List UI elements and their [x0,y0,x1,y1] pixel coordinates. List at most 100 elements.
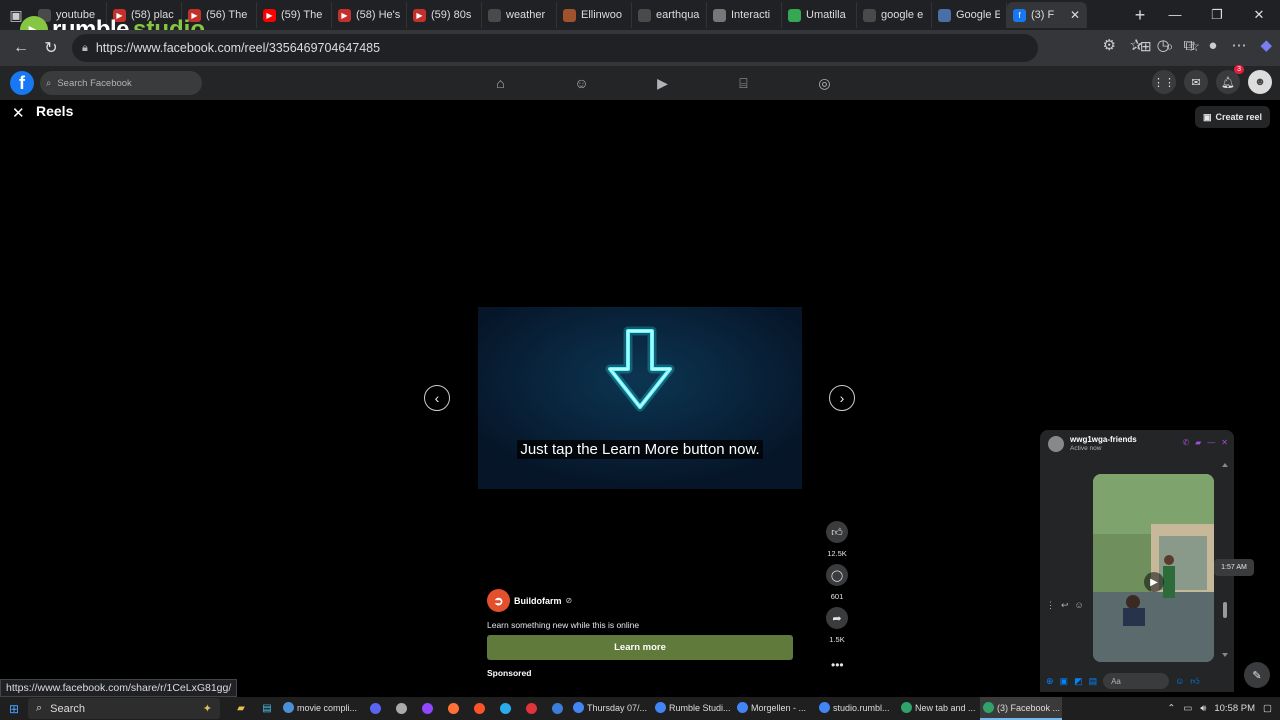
chat-header[interactable]: wwg1wga-friends Active now ✆ ▰ — ✕ [1040,430,1234,458]
file-explorer-icon[interactable]: ▰ [228,697,254,720]
app-blue-icon[interactable] [544,697,570,720]
app-icon[interactable] [388,697,414,720]
messenger-icon[interactable]: ✉ [1184,70,1208,94]
close-tab-icon[interactable]: ✕ [1070,8,1080,22]
new-tab-button[interactable]: + [1126,5,1154,26]
browser-tab[interactable]: ▶ (59) The [257,2,332,28]
tray-overflow-icon[interactable]: ⌃ [1167,703,1175,714]
chat-name[interactable]: wwg1wga-friends [1070,435,1137,445]
marketplace-icon[interactable]: ⌸ [703,66,784,100]
reel-author[interactable]: ➲ Buildofarm ⊘ [487,589,572,612]
facebook-search-input[interactable]: ⌕ Search Facebook [40,71,202,95]
thumbs-up-send-icon[interactable]: 👍︎ [1190,676,1199,687]
telegram-icon[interactable] [492,697,518,720]
url-text[interactable]: https://www.facebook.com/reel/3356469704… [96,41,380,55]
chat-message-input[interactable]: Aa [1103,673,1170,689]
chat-status: Active now [1070,445,1102,452]
reel-video[interactable]: Just tap the Learn More button now. [478,307,802,489]
taskbar-app-button[interactable]: studio.rumbl... [816,697,898,720]
video-call-icon[interactable]: ▰ [1195,438,1201,447]
sticker-icon[interactable]: ◩ [1074,676,1083,687]
gif-icon[interactable]: ▤ [1089,676,1098,687]
address-bar[interactable]: 🔒︎ https://www.facebook.com/reel/3356469… [72,34,1038,62]
extensions-icon[interactable]: ⚙ [1103,36,1116,54]
taskbar-app-button[interactable]: (3) Facebook ... [980,697,1062,720]
facebook-logo-icon[interactable]: f [10,71,34,95]
minimize-chat-icon[interactable]: — [1207,438,1215,447]
browser-tab[interactable]: earthqua [632,2,707,28]
firefox-icon[interactable] [440,697,466,720]
browser-tab[interactable]: Ellinwoo [557,2,632,28]
groups-icon[interactable]: ◎ [784,66,865,100]
browser-tab[interactable]: weather [482,2,557,28]
browser-tab[interactable]: Interacti [707,2,782,28]
taskbar-app-button[interactable]: Morgellen - ... [734,697,816,720]
home-icon[interactable]: ⌂ [460,66,541,100]
browser-tab[interactable]: Umatilla [782,2,857,28]
emoji-icon[interactable]: ☺ [1175,676,1184,686]
browser-tab[interactable]: google e [857,2,932,28]
video-icon[interactable]: ▶ [622,66,703,100]
add-icon[interactable]: ⊕ [1046,676,1054,687]
learn-more-button[interactable]: Learn more [487,635,793,660]
comment-icon[interactable]: ◯ [826,564,848,586]
message-more-icon[interactable]: ⋮ [1046,600,1055,611]
refresh-icon[interactable]: ↻ [36,38,66,58]
chat-video-thumbnail[interactable] [1093,474,1214,662]
react-icon[interactable]: ☺ [1075,600,1084,611]
close-window-icon[interactable]: ✕ [1238,7,1280,23]
minimize-icon[interactable]: — [1154,7,1196,23]
browser-tab[interactable]: ▶ (59) 80s [407,2,482,28]
maximize-icon[interactable]: ❐ [1196,7,1238,23]
twitch-icon[interactable] [414,697,440,720]
discord-icon[interactable] [362,697,388,720]
author-name[interactable]: Buildofarm [514,596,562,606]
browser-tab[interactable]: f (3) F ✕ [1007,2,1087,28]
notepad-icon[interactable]: ▤ [254,697,280,720]
like-action[interactable]: 👍︎ 12.5K [826,521,848,558]
volume-icon[interactable]: 🔊︎ [1200,703,1206,714]
chat-video-play-icon[interactable]: ▶ [1144,572,1164,592]
taskbar-app-button[interactable]: New tab and ... [898,697,980,720]
taskbar-search[interactable]: ⌕ Search ✦ [28,698,220,719]
create-reel-button[interactable]: ▣ Create reel [1194,106,1270,128]
menu-grid-icon[interactable]: ⋮⋮ [1152,70,1176,94]
reply-icon[interactable]: ↩ [1061,600,1069,611]
share-icon[interactable]: ➦ [826,607,848,629]
windows-start-icon[interactable]: ⊞ [0,702,28,716]
call-icon[interactable]: ✆ [1182,438,1189,447]
notification-center-icon[interactable]: ▢ [1263,703,1272,714]
profile-icon[interactable]: ● [1208,37,1217,54]
browser-tab[interactable]: Google E [932,2,1007,28]
copilot-icon[interactable]: ◆ [1260,36,1272,54]
chat-group-avatar[interactable] [1048,436,1064,452]
author-avatar[interactable]: ➲ [487,589,510,612]
next-reel-button[interactable]: › [829,385,855,411]
notifications-bell-icon[interactable]: 🔔︎ 3 [1216,65,1244,94]
close-reels-icon[interactable]: ✕ [12,104,25,122]
account-avatar[interactable]: ☻ [1248,70,1272,94]
network-icon[interactable]: ▭ [1183,703,1192,714]
back-icon[interactable]: ← [6,39,36,57]
taskbar-app-button[interactable]: movie compli... [280,697,362,720]
history-icon[interactable]: ◷ [1157,36,1170,54]
browser-tab[interactable]: ▶ (58) He's [332,2,407,28]
more-icon[interactable]: ⋯ [1231,36,1246,54]
new-message-icon[interactable]: ✎ [1244,662,1270,688]
favorites-icon[interactable]: ✰ [1130,36,1143,54]
app-red-icon[interactable] [518,697,544,720]
share-action[interactable]: ➦ 1.5K [826,607,848,644]
brave-icon[interactable] [466,697,492,720]
taskbar-app-button[interactable]: Thursday 07/... [570,697,652,720]
previous-reel-button[interactable]: ‹ [424,385,450,411]
comment-action[interactable]: ◯ 601 [826,564,848,601]
like-icon[interactable]: 👍︎ [826,521,848,543]
photo-icon[interactable]: ▣ [1060,676,1069,687]
clock[interactable]: 10:58 PM [1214,703,1255,714]
more-options-icon[interactable]: ••• [831,658,844,672]
taskbar-app-button[interactable]: Rumble Studi... [652,697,734,720]
lock-icon[interactable]: 🔒︎ [82,42,88,55]
close-chat-icon[interactable]: ✕ [1221,438,1228,447]
friends-icon[interactable]: ☺ [541,66,622,100]
screenshot-icon[interactable]: ⧉ [1184,37,1195,54]
